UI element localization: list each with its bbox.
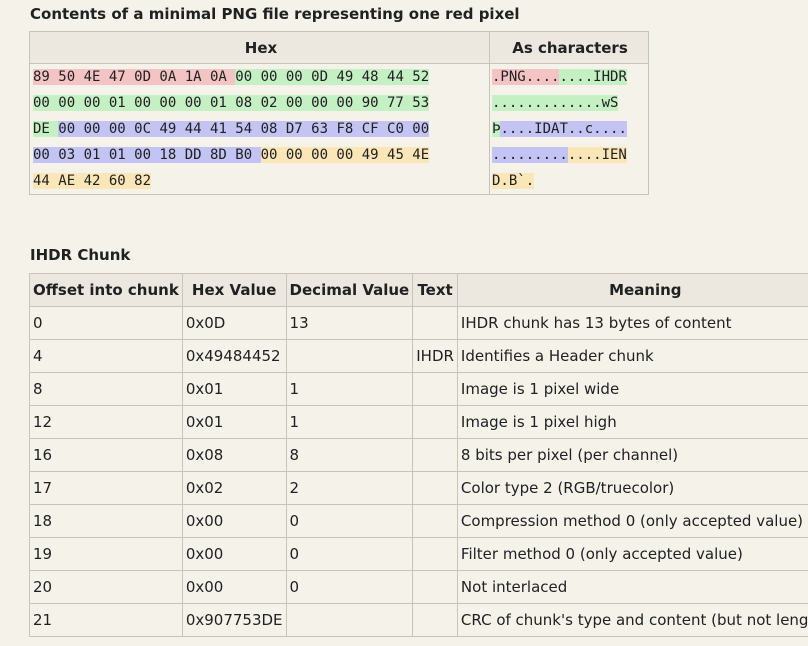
cell-decimal-value — [285, 339, 414, 373]
cell-offset: 8 — [29, 372, 183, 406]
char-segment: ......... — [492, 147, 568, 163]
header-meaning: Meaning — [456, 273, 808, 307]
cell-offset: 17 — [29, 471, 183, 505]
cell-hex-value: 0x02 — [181, 471, 287, 505]
cell-decimal-value: 8 — [285, 438, 414, 472]
char-line: Þ....IDAT..c.... — [492, 116, 648, 142]
table-row: 18 0x00 0 Compression method 0 (only accept… — [29, 504, 808, 538]
hex-segment: 00 03 01 01 00 18 DD 8D B0 — [33, 147, 261, 163]
char-dump: .PNG........IHDR .............wS Þ....IDAT… — [489, 63, 649, 195]
cell-text — [412, 306, 458, 340]
hex-line: 00 03 01 01 00 18 DD 8D B0 00 00 00 00 4… — [33, 142, 489, 168]
ihdr-table: Offset into chunk Hex Value Decimal Valu… — [29, 273, 808, 637]
cell-meaning: CRC of chunk's type and content (but not… — [456, 603, 808, 637]
hex-table: Hex As characters 89 50 4E 47 0D 0A 1A 0… — [29, 31, 649, 195]
cell-hex-value: 0x00 — [181, 570, 287, 604]
hex-caption: Contents of a minimal PNG file represent… — [30, 5, 520, 23]
cell-offset: 20 — [29, 570, 183, 604]
cell-decimal-value: 1 — [285, 405, 414, 439]
cell-offset: 19 — [29, 537, 183, 571]
cell-meaning: Identifies a Header chunk — [456, 339, 808, 373]
hex-header: Hex — [29, 31, 490, 64]
cell-offset: 21 — [29, 603, 183, 637]
cell-meaning: Not interlaced — [456, 570, 808, 604]
table-row: 20 0x00 0 Not interlaced — [29, 570, 808, 604]
table-row: 21 0x907753DE CRC of chunk's type and cont… — [29, 603, 808, 637]
table-row: 12 0x01 1 Image is 1 pixel high — [29, 405, 808, 439]
hex-line: DE 00 00 00 0C 49 44 41 54 08 D7 63 F8 C… — [33, 116, 489, 142]
hex-segment: 00 00 00 0C 49 44 41 54 08 D7 63 F8 CF C… — [58, 121, 430, 137]
cell-decimal-value: 0 — [285, 504, 414, 538]
cell-text — [412, 537, 458, 571]
char-segment: ....IEN — [567, 147, 627, 163]
cell-text — [412, 438, 458, 472]
cell-text — [412, 504, 458, 538]
char-line: .............IEN — [492, 142, 648, 168]
cell-meaning: IHDR chunk has 13 bytes of content — [456, 306, 808, 340]
cell-meaning: Image is 1 pixel high — [456, 405, 808, 439]
hex-segment: 00 00 00 00 49 45 4E — [260, 147, 430, 163]
cell-offset: 18 — [29, 504, 183, 538]
cell-text: IHDR — [412, 339, 458, 373]
cell-hex-value: 0x49484452 — [181, 339, 287, 373]
char-segment: ....IDAT..c.... — [500, 121, 627, 137]
cell-text — [412, 471, 458, 505]
hex-segment: 00 00 00 0D 49 48 44 52 — [235, 69, 430, 85]
hex-line: 00 00 00 01 00 00 00 01 08 02 00 00 00 9… — [33, 90, 489, 116]
cell-meaning: Image is 1 pixel wide — [456, 372, 808, 406]
cell-hex-value: 0x0D — [181, 306, 287, 340]
header-text: Text — [412, 273, 458, 307]
hex-line: 44 AE 42 60 82 — [33, 168, 489, 194]
cell-hex-value: 0x08 — [181, 438, 287, 472]
cell-decimal-value: 2 — [285, 471, 414, 505]
hex-segment: 89 50 4E 47 0D 0A 1A 0A — [33, 69, 236, 85]
chars-header: As characters — [489, 31, 649, 64]
cell-text — [412, 570, 458, 604]
header-offset: Offset into chunk — [29, 273, 183, 307]
cell-offset: 4 — [29, 339, 183, 373]
hex-dump: 89 50 4E 47 0D 0A 1A 0A 00 00 00 0D 49 4… — [29, 63, 490, 195]
cell-decimal-value: 0 — [285, 537, 414, 571]
hex-line: 89 50 4E 47 0D 0A 1A 0A 00 00 00 0D 49 4… — [33, 64, 489, 90]
cell-text — [412, 603, 458, 637]
ihdr-caption: IHDR Chunk — [30, 246, 131, 264]
cell-offset: 0 — [29, 306, 183, 340]
cell-text — [412, 372, 458, 406]
header-decimal-value: Decimal Value — [285, 273, 414, 307]
char-segment: ....IHDR — [559, 69, 627, 85]
table-row: 4 0x49484452 IHDR Identifies a Header chunk — [29, 339, 808, 373]
cell-text — [412, 405, 458, 439]
cell-meaning: 8 bits per pixel (per channel) — [456, 438, 808, 472]
hex-segment: DE — [33, 121, 59, 137]
cell-decimal-value: 0 — [285, 570, 414, 604]
hex-segment: 44 AE 42 60 82 — [33, 173, 152, 189]
hex-segment: 00 00 00 01 00 00 00 01 08 02 00 00 00 9… — [33, 95, 430, 111]
table-row: 8 0x01 1 Image is 1 pixel wide — [29, 372, 808, 406]
table-row: 19 0x00 0 Filter method 0 (only accepted va… — [29, 537, 808, 571]
cell-meaning: Filter method 0 (only accepted value) — [456, 537, 808, 571]
cell-decimal-value: 1 — [285, 372, 414, 406]
cell-decimal-value — [285, 603, 414, 637]
cell-decimal-value: 13 — [285, 306, 414, 340]
char-segment: .PNG.... — [492, 69, 560, 85]
table-row: 0 0x0D 13 IHDR chunk has 13 bytes of conten… — [29, 306, 808, 340]
cell-hex-value: 0x00 — [181, 504, 287, 538]
char-line: .............wS — [492, 90, 648, 116]
cell-hex-value: 0x907753DE — [181, 603, 287, 637]
cell-meaning: Compression method 0 (only accepted valu… — [456, 504, 808, 538]
char-line: D.B`. — [492, 168, 648, 194]
cell-offset: 12 — [29, 405, 183, 439]
table-row: 16 0x08 8 8 bits per pixel (per channel) — [29, 438, 808, 472]
char-line: .PNG........IHDR — [492, 64, 648, 90]
cell-meaning: Color type 2 (RGB/truecolor) — [456, 471, 808, 505]
cell-hex-value: 0x00 — [181, 537, 287, 571]
char-segment: D.B`. — [492, 173, 535, 189]
cell-offset: 16 — [29, 438, 183, 472]
cell-hex-value: 0x01 — [181, 372, 287, 406]
header-hex-value: Hex Value — [181, 273, 287, 307]
cell-hex-value: 0x01 — [181, 405, 287, 439]
char-segment: .............wS — [492, 95, 619, 111]
table-row: 17 0x02 2 Color type 2 (RGB/truecolor) — [29, 471, 808, 505]
